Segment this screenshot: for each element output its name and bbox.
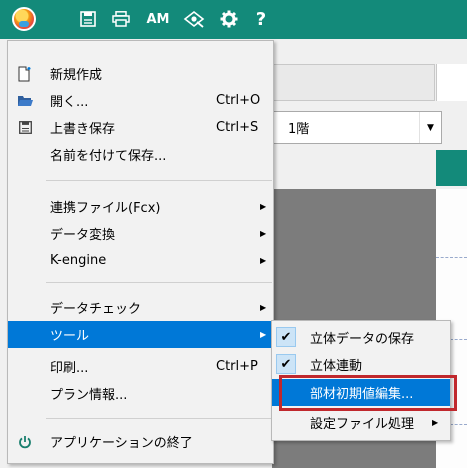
- print-button[interactable]: [109, 5, 133, 33]
- menu-item-open[interactable]: 開く... Ctrl+O: [8, 87, 273, 114]
- menu-item-label: アプリケーションの終了: [50, 436, 193, 451]
- app-logo-icon: [12, 7, 36, 31]
- submenu-item-member-defaults[interactable]: 部材初期値編集...: [272, 379, 450, 406]
- menu-item-label: 新規作成: [50, 68, 103, 83]
- menu-item-label: K-engine: [50, 253, 107, 268]
- submenu-item-label: 立体データの保存: [310, 332, 415, 347]
- tab-strip: [436, 150, 467, 186]
- floor-select[interactable]: 1階 ▼: [273, 111, 442, 144]
- menu-item-save[interactable]: 上書き保存 Ctrl+S: [8, 114, 273, 141]
- menu-item-save-as[interactable]: 名前を付けて保存...: [8, 141, 273, 168]
- menu-item-label: 印刷...: [50, 361, 89, 376]
- help-button[interactable]: ?: [250, 5, 272, 33]
- submenu-arrow-icon: ▶: [260, 256, 267, 265]
- menu-item-data-check[interactable]: データチェック ▶: [8, 294, 273, 321]
- menu-item-tools[interactable]: ツール ▶: [8, 321, 273, 348]
- submenu-item-3d-link[interactable]: ✔ 立体連動: [272, 351, 450, 378]
- save-button[interactable]: [77, 5, 99, 33]
- view-3d-button[interactable]: [180, 5, 208, 33]
- am-button[interactable]: AM: [143, 5, 173, 33]
- menu-item-data-convert[interactable]: データ変換 ▶: [8, 220, 273, 247]
- save-icon: [16, 119, 34, 137]
- menu-item-label: 連携ファイル(Fcx): [50, 201, 161, 216]
- menu-item-shortcut: Ctrl+O: [216, 93, 261, 108]
- am-label: AM: [146, 11, 170, 27]
- help-label: ?: [255, 8, 267, 30]
- menu-separator: [46, 418, 272, 419]
- menu-item-label: データチェック: [50, 302, 142, 317]
- menu-item-label: プラン情報...: [50, 388, 128, 403]
- submenu-item-label: 設定ファイル処理: [310, 417, 415, 432]
- floor-select-value: 1階: [288, 122, 310, 137]
- submenu-item-label: 立体連動: [310, 359, 363, 374]
- menu-separator: [46, 180, 272, 181]
- checkmark-icon: ✔: [276, 327, 296, 347]
- submenu-item-config-file[interactable]: 設定ファイル処理 ▶: [272, 409, 450, 436]
- view-3d-icon: [183, 10, 205, 28]
- menu-separator: [46, 282, 272, 283]
- checkmark-icon: ✔: [276, 354, 296, 374]
- menu-item-label: データ変換: [50, 228, 116, 243]
- settings-button[interactable]: [216, 5, 242, 33]
- menu-item-k-engine[interactable]: K-engine ▶: [8, 247, 273, 274]
- app-menu-button[interactable]: [9, 5, 39, 33]
- menu-item-label: 名前を付けて保存...: [50, 149, 167, 164]
- menu-item-print[interactable]: 印刷... Ctrl+P: [8, 353, 273, 380]
- tools-submenu: ✔ 立体データの保存 ✔ 立体連動 部材初期値編集... 設定ファイル処理 ▶: [271, 320, 451, 441]
- print-icon: [112, 11, 130, 27]
- menu-item-linked-file[interactable]: 連携ファイル(Fcx) ▶: [8, 193, 273, 220]
- power-icon: [16, 433, 34, 451]
- submenu-arrow-icon: ▶: [260, 229, 267, 238]
- menu-item-exit[interactable]: アプリケーションの終了: [8, 428, 273, 455]
- submenu-item-label: 部材初期値編集...: [310, 387, 414, 402]
- ribbon-side-area: [436, 64, 467, 101]
- menu-item-label: ツール: [50, 329, 90, 344]
- chevron-down-icon[interactable]: ▼: [419, 112, 441, 143]
- menu-item-new[interactable]: 新規作成: [8, 60, 273, 87]
- folder-open-icon: [16, 92, 34, 110]
- new-file-icon: [16, 65, 34, 83]
- submenu-item-save-3d-data[interactable]: ✔ 立体データの保存: [272, 324, 450, 351]
- menu-item-shortcut: Ctrl+S: [216, 120, 259, 135]
- menu-item-shortcut: Ctrl+P: [216, 359, 258, 374]
- menu-item-label: 開く...: [50, 95, 89, 110]
- save-icon: [80, 11, 96, 27]
- submenu-arrow-icon: ▶: [260, 330, 267, 339]
- toolbar: AM ?: [0, 0, 467, 39]
- submenu-arrow-icon: ▶: [260, 202, 267, 211]
- app-menu: 新規作成 開く... Ctrl+O 上書き保存 Ctrl+S 名前を付けて保存.…: [7, 40, 274, 464]
- ribbon-area: [273, 64, 435, 101]
- menu-item-label: 上書き保存: [50, 122, 116, 137]
- submenu-arrow-icon: ▶: [260, 303, 267, 312]
- grid-line: [436, 257, 467, 258]
- menu-item-plan-info[interactable]: プラン情報...: [8, 380, 273, 407]
- submenu-arrow-icon: ▶: [432, 418, 439, 427]
- gear-icon: [220, 10, 238, 28]
